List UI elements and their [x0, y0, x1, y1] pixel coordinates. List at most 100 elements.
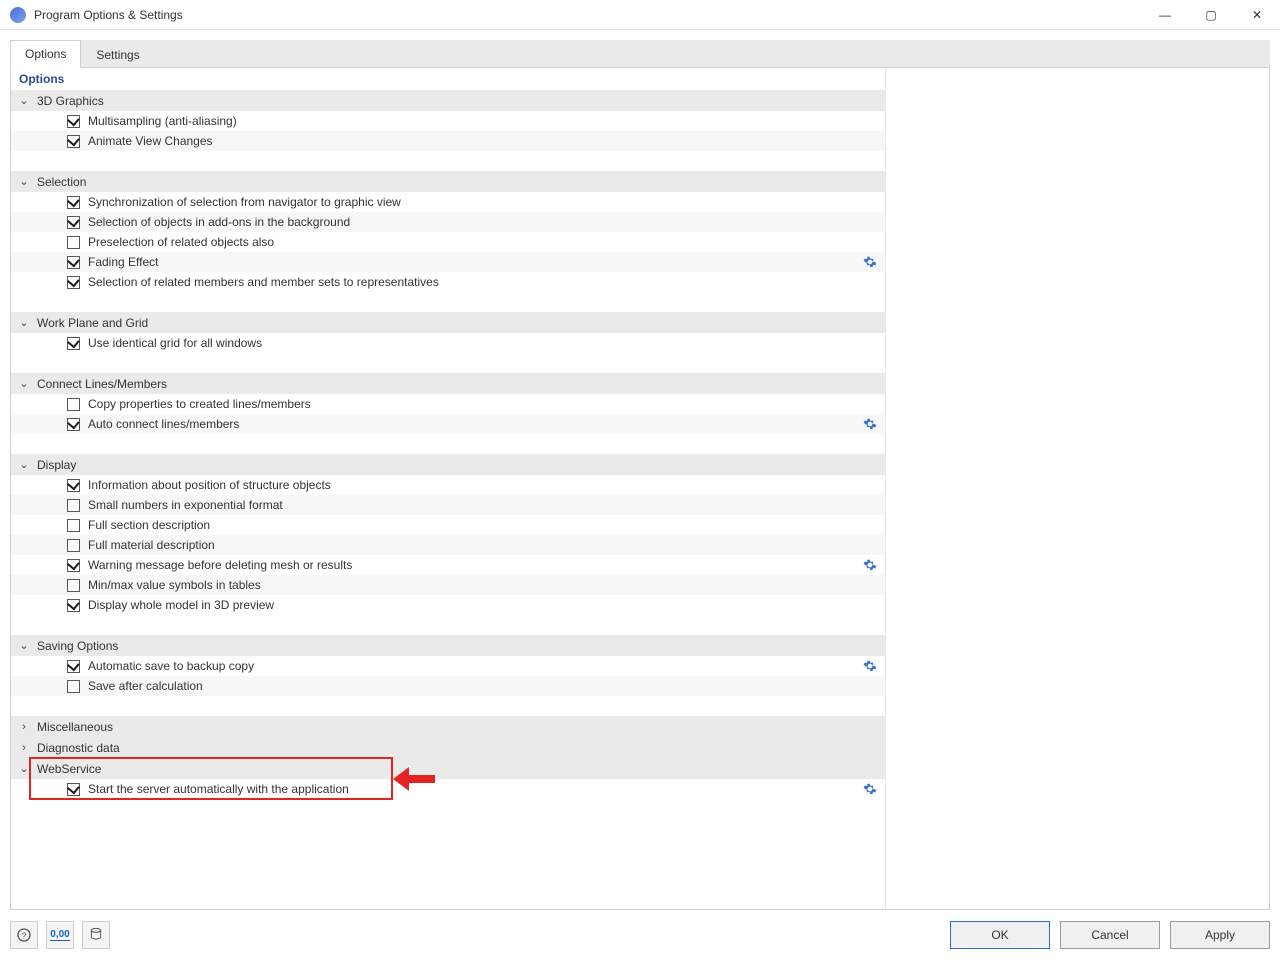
checkbox-small-exp[interactable] — [67, 499, 80, 512]
row-preselect[interactable]: Preselection of related objects also — [11, 232, 885, 252]
cancel-button[interactable]: Cancel — [1060, 921, 1160, 949]
group-header-saving[interactable]: ⌄ Saving Options — [11, 635, 885, 656]
checkbox-multisampling[interactable] — [67, 115, 80, 128]
checkbox-full-section[interactable] — [67, 519, 80, 532]
row-whole-model[interactable]: Display whole model in 3D preview — [11, 595, 885, 615]
checkbox-whole-model[interactable] — [67, 599, 80, 612]
row-copyprops[interactable]: Copy properties to created lines/members — [11, 394, 885, 414]
row-autosave[interactable]: Automatic save to backup copy — [11, 656, 885, 676]
svg-text:?: ? — [22, 930, 27, 940]
group-title-display: Display — [37, 458, 76, 472]
close-button[interactable]: ✕ — [1234, 0, 1280, 30]
row-addons-bg[interactable]: Selection of objects in add-ons in the b… — [11, 212, 885, 232]
row-autoconnect[interactable]: Auto connect lines/members — [11, 414, 885, 434]
label-full-section: Full section description — [88, 518, 877, 532]
group-header-display[interactable]: ⌄ Display — [11, 454, 885, 475]
ok-button[interactable]: OK — [950, 921, 1050, 949]
row-full-material[interactable]: Full material description — [11, 535, 885, 555]
label-multisampling: Multisampling (anti-aliasing) — [88, 114, 877, 128]
gear-icon[interactable] — [863, 659, 877, 673]
checkbox-autoconnect[interactable] — [67, 418, 80, 431]
row-after-calc[interactable]: Save after calculation — [11, 676, 885, 696]
database-icon — [88, 927, 104, 943]
group-title-misc: Miscellaneous — [37, 720, 113, 734]
units-button[interactable]: 0,00 — [46, 921, 74, 949]
row-warn-mesh[interactable]: Warning message before deleting mesh or … — [11, 555, 885, 575]
group-header-webservice[interactable]: ⌄ WebService — [11, 758, 885, 779]
label-preselect: Preselection of related objects also — [88, 235, 877, 249]
apply-button[interactable]: Apply — [1170, 921, 1270, 949]
label-identical: Use identical grid for all windows — [88, 336, 877, 350]
gear-icon[interactable] — [863, 558, 877, 572]
checkbox-info-pos[interactable] — [67, 479, 80, 492]
group-header-3d-graphics[interactable]: ⌄ 3D Graphics — [11, 90, 885, 111]
checkbox-animate[interactable] — [67, 135, 80, 148]
minimize-button[interactable]: — — [1142, 0, 1188, 30]
checkbox-warn-mesh[interactable] — [67, 559, 80, 572]
database-button[interactable] — [82, 921, 110, 949]
checkbox-related[interactable] — [67, 276, 80, 289]
row-small-exp[interactable]: Small numbers in exponential format — [11, 495, 885, 515]
app-icon — [10, 7, 26, 23]
checkbox-sync[interactable] — [67, 196, 80, 209]
group-3d-graphics: ⌄ 3D Graphics Multisampling (anti-aliasi… — [11, 90, 885, 171]
row-animate[interactable]: Animate View Changes — [11, 131, 885, 151]
checkbox-full-material[interactable] — [67, 539, 80, 552]
group-webservice: ⌄ WebService Start the server automatica… — [11, 758, 885, 799]
checkbox-fading[interactable] — [67, 256, 80, 269]
content: Options Settings Options ⌄ 3D Graphics M… — [0, 30, 1280, 916]
tab-settings[interactable]: Settings — [81, 41, 154, 68]
row-fading[interactable]: Fading Effect — [11, 252, 885, 272]
gear-icon[interactable] — [863, 255, 877, 269]
chevron-down-icon: ⌄ — [17, 762, 31, 776]
group-title-diag: Diagnostic data — [37, 741, 120, 755]
row-sync[interactable]: Synchronization of selection from naviga… — [11, 192, 885, 212]
row-identical[interactable]: Use identical grid for all windows — [11, 333, 885, 353]
group-header-connect[interactable]: ⌄ Connect Lines/Members — [11, 373, 885, 394]
row-info-pos[interactable]: Information about position of structure … — [11, 475, 885, 495]
units-icon: 0,00 — [50, 929, 69, 941]
row-full-section[interactable]: Full section description — [11, 515, 885, 535]
panel-title: Options — [11, 68, 885, 90]
group-miscellaneous: › Miscellaneous — [11, 716, 885, 737]
row-multisampling[interactable]: Multisampling (anti-aliasing) — [11, 111, 885, 131]
row-minmax[interactable]: Min/max value symbols in tables — [11, 575, 885, 595]
chevron-down-icon: ⌄ — [17, 377, 31, 391]
label-info-pos: Information about position of structure … — [88, 478, 877, 492]
gear-icon[interactable] — [863, 417, 877, 431]
options-tree: Options ⌄ 3D Graphics Multisampling (ant… — [11, 68, 886, 909]
maximize-icon: ▢ — [1205, 8, 1216, 22]
label-addons-bg: Selection of objects in add-ons in the b… — [88, 215, 877, 229]
label-after-calc: Save after calculation — [88, 679, 877, 693]
options-panel: Options ⌄ 3D Graphics Multisampling (ant… — [10, 68, 1270, 910]
help-icon: ? — [16, 927, 32, 943]
maximize-button[interactable]: ▢ — [1188, 0, 1234, 30]
group-title-workplane: Work Plane and Grid — [37, 316, 148, 330]
chevron-down-icon: ⌄ — [17, 639, 31, 653]
checkbox-preselect[interactable] — [67, 236, 80, 249]
group-saving: ⌄ Saving Options Automatic save to backu… — [11, 635, 885, 716]
group-selection: ⌄ Selection Synchronization of selection… — [11, 171, 885, 312]
help-button[interactable]: ? — [10, 921, 38, 949]
checkbox-identical[interactable] — [67, 337, 80, 350]
group-header-miscellaneous[interactable]: › Miscellaneous — [11, 716, 885, 737]
gear-icon[interactable] — [863, 782, 877, 796]
checkbox-autosave[interactable] — [67, 660, 80, 673]
group-connect: ⌄ Connect Lines/Members Copy properties … — [11, 373, 885, 454]
row-related[interactable]: Selection of related members and member … — [11, 272, 885, 292]
group-header-workplane[interactable]: ⌄ Work Plane and Grid — [11, 312, 885, 333]
checkbox-autostart[interactable] — [67, 783, 80, 796]
group-header-selection[interactable]: ⌄ Selection — [11, 171, 885, 192]
tab-options[interactable]: Options — [10, 40, 81, 68]
checkbox-after-calc[interactable] — [67, 680, 80, 693]
checkbox-minmax[interactable] — [67, 579, 80, 592]
chevron-right-icon: › — [17, 720, 31, 734]
group-header-diagnostic[interactable]: › Diagnostic data — [11, 737, 885, 758]
label-autoconnect: Auto connect lines/members — [88, 417, 863, 431]
label-warn-mesh: Warning message before deleting mesh or … — [88, 558, 863, 572]
row-autostart[interactable]: Start the server automatically with the … — [11, 779, 885, 799]
checkbox-addons-bg[interactable] — [67, 216, 80, 229]
checkbox-copyprops[interactable] — [67, 398, 80, 411]
label-copyprops: Copy properties to created lines/members — [88, 397, 877, 411]
label-fading: Fading Effect — [88, 255, 863, 269]
